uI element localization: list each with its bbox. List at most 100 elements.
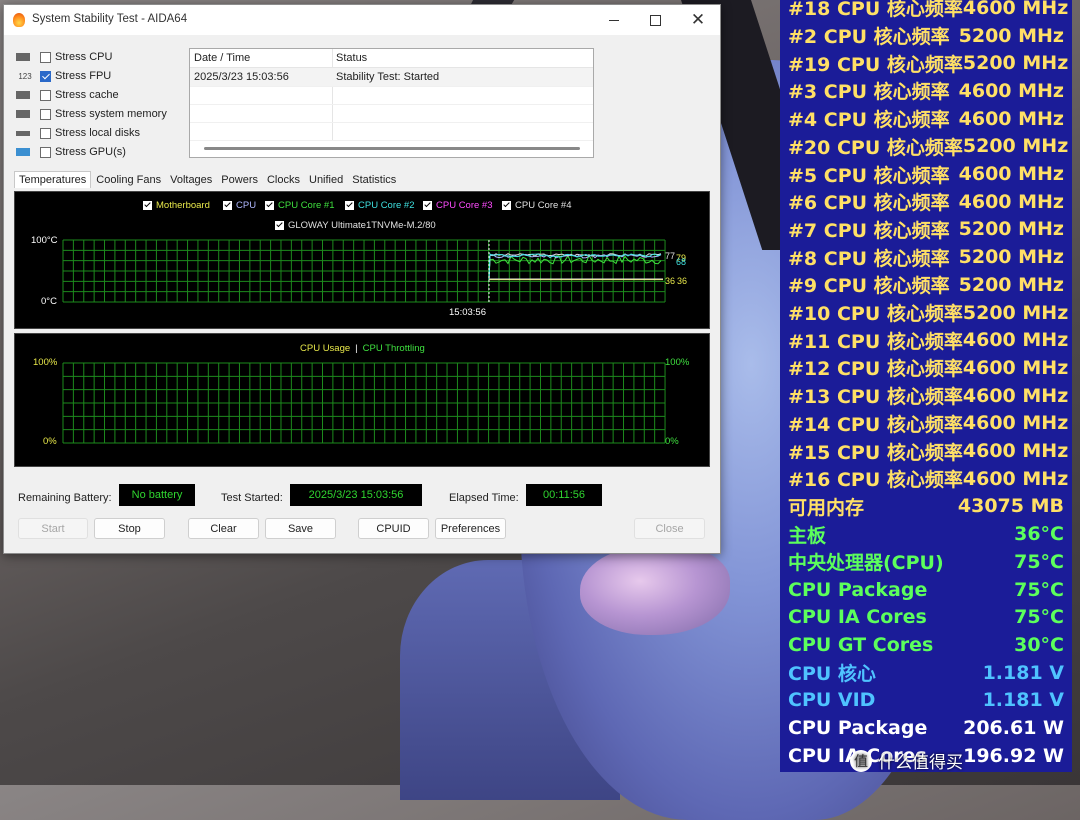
preferences-button[interactable]: Preferences	[435, 518, 506, 539]
sensor-value: 4600 MHz	[962, 329, 1069, 352]
maximize-button[interactable]	[635, 9, 675, 31]
sensor-row: #11 CPU 核心频率 4600 MHz	[780, 326, 1072, 354]
tab-cooling-fans[interactable]: Cooling Fans	[92, 172, 165, 188]
stress-option[interactable]: Stress cache	[16, 86, 119, 104]
sensor-label: #16 CPU 核心频率	[788, 469, 963, 492]
stress-checkbox[interactable]	[40, 108, 51, 120]
tab-powers[interactable]: Powers	[217, 172, 262, 188]
clear-button[interactable]: Clear	[188, 518, 259, 539]
stop-button[interactable]: Stop	[94, 518, 165, 539]
stress-checkbox[interactable]	[40, 146, 51, 158]
close-window-button[interactable]: ✕	[678, 9, 718, 31]
sensor-row: CPU 核心 1.181 V	[780, 659, 1072, 687]
stress-option[interactable]: Stress system memory	[16, 105, 167, 123]
start-button[interactable]: Start	[18, 518, 88, 539]
temperature-graph: Motherboard CPU CPU Core #1 CPU Core #2 CPU …	[14, 191, 710, 329]
sensor-value: 4600 MHz	[962, 0, 1069, 19]
sensor-label: CPU Package	[788, 717, 928, 740]
log-col-date[interactable]: Date / Time	[194, 52, 250, 64]
sensor-label: #10 CPU 核心频率	[788, 303, 963, 326]
log-date: 2025/3/23 15:03:56	[194, 71, 289, 83]
sensor-row: CPU IA Cores 75°C	[780, 603, 1072, 631]
watermark: 值 什么值得买	[850, 748, 963, 773]
sensor-value: 75°C	[1014, 550, 1064, 573]
log-horizontal-scrollbar[interactable]	[204, 147, 580, 150]
stress-checkbox[interactable]	[40, 51, 51, 63]
trace-cpu-core-4	[488, 253, 662, 280]
trace-cpu-core-1	[488, 254, 662, 280]
sensor-row: #9 CPU 核心频率 5200 MHz	[780, 271, 1072, 299]
sensor-label: #9 CPU 核心频率	[788, 275, 950, 298]
sensor-row: 中央处理器(CPU) 75°C	[780, 548, 1072, 576]
memory-module-icon	[16, 110, 30, 118]
sensor-label: #11 CPU 核心频率	[788, 330, 963, 353]
tab-voltages[interactable]: Voltages	[166, 172, 216, 188]
sensor-label: #2 CPU 核心频率	[788, 26, 950, 49]
sensor-label: CPU VID	[788, 689, 876, 712]
minimize-button[interactable]	[594, 9, 634, 31]
sensor-value: 5200 MHz	[958, 218, 1064, 241]
stress-option[interactable]: Stress local disks	[16, 124, 140, 142]
sensor-value: 5200 MHz	[962, 301, 1069, 324]
status-log: Date / Time Status 2025/3/23 15:03:56 St…	[189, 48, 594, 158]
save-button[interactable]: Save	[265, 518, 336, 539]
test-started-label: Test Started:	[221, 492, 283, 504]
stress-option-label: Stress GPU(s)	[55, 146, 126, 158]
sensor-label: #7 CPU 核心频率	[788, 219, 950, 242]
stress-checkbox[interactable]	[40, 89, 51, 101]
sensor-label: CPU GT Cores	[788, 633, 934, 656]
sensor-value: 4600 MHz	[958, 190, 1064, 213]
sensor-row: 主板 36°C	[780, 520, 1072, 548]
sensor-row: #7 CPU 核心频率 5200 MHz	[780, 216, 1072, 244]
sensor-label: CPU Package	[788, 578, 928, 601]
stress-option[interactable]: Stress GPU(s)	[16, 143, 126, 161]
usage-plot	[62, 362, 666, 444]
sensor-row: CPU Package 206.61 W	[780, 714, 1072, 742]
stress-option-label: Stress CPU	[55, 51, 113, 63]
sensor-value: 4600 MHz	[962, 384, 1069, 407]
stress-option[interactable]: 123 Stress FPU	[16, 67, 111, 85]
tab-unified[interactable]: Unified	[305, 172, 347, 188]
tab-statistics[interactable]: Statistics	[348, 172, 400, 188]
sensor-label: 主板	[788, 524, 827, 547]
watermark-icon: 值	[850, 749, 872, 772]
stress-checkbox[interactable]	[40, 70, 51, 82]
sensor-row: 可用内存 43075 MB	[780, 493, 1072, 521]
sensor-label: 中央处理器(CPU)	[788, 552, 944, 575]
sensor-value: 4600 MHz	[962, 440, 1069, 463]
stress-checkbox[interactable]	[40, 127, 51, 139]
log-row[interactable]: 2025/3/23 15:03:56 Stability Test: Start…	[190, 68, 593, 87]
sensor-row: #16 CPU 核心频率 4600 MHz	[780, 465, 1072, 493]
tab-clocks[interactable]: Clocks	[263, 172, 304, 188]
sensor-row: #3 CPU 核心频率 4600 MHz	[780, 77, 1072, 105]
sensor-value: 196.92 W	[963, 744, 1064, 767]
sensor-value: 1.181 V	[982, 689, 1064, 712]
temperature-plot: 77 796836 36	[62, 239, 687, 303]
close-button[interactable]: Close	[634, 518, 705, 539]
title-bar[interactable]: System Stability Test - AIDA64 ✕	[4, 5, 720, 35]
sensor-value: 75°C	[1014, 578, 1064, 601]
stress-option-label: Stress local disks	[55, 127, 140, 139]
temp-readout: 36	[677, 276, 687, 286]
elapsed-time-label: Elapsed Time:	[449, 492, 519, 504]
sensor-overlay-panel: #18 CPU 核心频率 4600 MHz #2 CPU 核心频率 5200 MHz #…	[780, 0, 1072, 772]
stress-option[interactable]: Stress CPU	[16, 48, 112, 66]
sensor-row: #8 CPU 核心频率 5200 MHz	[780, 243, 1072, 271]
log-status: Stability Test: Started	[336, 71, 440, 83]
sensor-label: #3 CPU 核心频率	[788, 81, 950, 104]
close-icon: ✕	[690, 10, 706, 29]
aida64-flame-icon	[13, 13, 25, 27]
sensor-value: 5200 MHz	[962, 135, 1069, 158]
sensor-label: #20 CPU 核心频率	[788, 136, 963, 159]
fpu-123-icon: 123	[18, 71, 32, 81]
trace-cpu-core-2	[488, 253, 662, 280]
log-col-status[interactable]: Status	[336, 52, 367, 64]
stress-option-label: Stress system memory	[55, 108, 167, 120]
sensor-row: #14 CPU 核心频率 4600 MHz	[780, 410, 1072, 438]
tab-temperatures[interactable]: Temperatures	[14, 171, 92, 188]
sensor-row: #13 CPU 核心频率 4600 MHz	[780, 382, 1072, 410]
sensor-value: 36°C	[1014, 523, 1064, 546]
cpuid-button[interactable]: CPUID	[358, 518, 429, 539]
log-row-empty	[190, 122, 593, 141]
sensor-label: #13 CPU 核心频率	[788, 386, 963, 409]
